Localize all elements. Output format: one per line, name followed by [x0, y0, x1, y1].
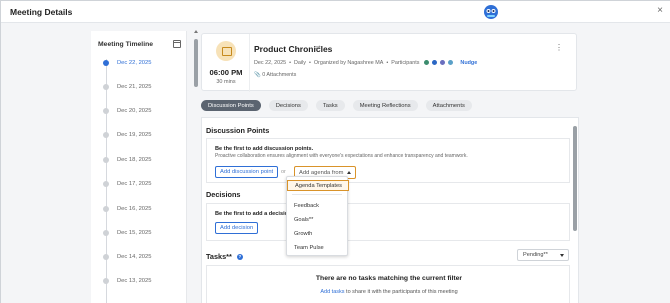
- tasks-header-row: Tasks** ?: [206, 252, 243, 261]
- decisions-header: Decisions: [206, 190, 241, 199]
- discussion-points-header: Discussion Points: [206, 126, 270, 135]
- timeline-item[interactable]: Dec 18, 2025: [103, 155, 151, 165]
- timeline-item[interactable]: Dec 19, 2025: [103, 130, 151, 140]
- or-separator: or: [281, 169, 286, 175]
- timeline-dot: [103, 84, 109, 90]
- timeline-scrollbar[interactable]: [193, 29, 199, 303]
- add-discussion-point-button[interactable]: Add discussion point: [215, 166, 279, 178]
- recurring-icon: ⇄: [315, 45, 321, 52]
- timeline-date: Dec 17, 2025: [117, 181, 152, 187]
- timeline-date: Dec 14, 2025: [117, 254, 152, 260]
- tasks-empty-title: There are no tasks matching the current …: [315, 275, 463, 282]
- agenda-menu: Agenda Templates Feedback Goals** Growth Tea…: [286, 176, 349, 256]
- timeline-dot: [103, 278, 109, 284]
- meeting-calendar-icon: [216, 41, 236, 61]
- timeline-dot: [103, 206, 109, 212]
- add-tasks-link[interactable]: Add tasks: [320, 289, 344, 295]
- timeline-date: Dec 22, 2025: [117, 60, 152, 66]
- tab-meeting-reflections[interactable]: Meeting Reflections: [352, 100, 418, 111]
- tasks-empty-rest: to share it with the participants of thi…: [344, 289, 458, 295]
- mascot-logo: [484, 5, 498, 19]
- avatar[interactable]: [439, 59, 447, 66]
- scrollbar-thumb[interactable]: [194, 39, 198, 87]
- decisions-empty-box: Be the first to add a decision. Add deci…: [206, 203, 570, 241]
- meeting-timeline: Meeting Timeline Dec 22, 2025 Dec 21, 202…: [91, 31, 187, 303]
- menu-item-goals[interactable]: Goals**: [287, 214, 349, 225]
- discussion-empty-box: Be the first to add discussion points. P…: [206, 138, 570, 183]
- timeline-date: Dec 15, 2025: [117, 230, 152, 236]
- chevron-down-icon: [560, 254, 564, 257]
- timeline-dot: [103, 132, 109, 138]
- timeline-date: Dec 16, 2025: [117, 206, 152, 212]
- timeline-dot: [103, 108, 109, 114]
- tasks-header: Tasks**: [206, 252, 232, 261]
- menu-item-growth[interactable]: Growth: [287, 228, 349, 239]
- menu-item-team-pulse[interactable]: Team Pulse: [287, 242, 349, 253]
- tab-decisions[interactable]: Decisions: [268, 100, 308, 111]
- help-icon[interactable]: ?: [236, 253, 243, 260]
- meeting-meta: Dec 22, 2025 • Daily • Organized by Naga…: [254, 59, 478, 66]
- participant-avatars[interactable]: [423, 59, 457, 66]
- avatar[interactable]: [423, 59, 431, 66]
- timeline-item[interactable]: Dec 16, 2025: [103, 204, 151, 214]
- timeline-item[interactable]: Dec 17, 2025: [103, 179, 151, 189]
- timeline-date: Dec 13, 2025: [117, 278, 152, 284]
- meeting-details-dialog: Meeting Details × Meeting Timeline Dec 2…: [0, 0, 670, 303]
- close-icon[interactable]: ×: [657, 5, 663, 16]
- meeting-date: Dec 22, 2025: [254, 59, 287, 66]
- dialog-title: Meeting Details: [10, 7, 73, 17]
- task-filter-select[interactable]: Pending**: [517, 249, 569, 261]
- avatar[interactable]: [447, 59, 455, 66]
- timeline-item[interactable]: Dec 20, 2025: [103, 106, 151, 116]
- timeline-item[interactable]: Dec 21, 2025: [103, 82, 151, 92]
- timeline-date: Dec 20, 2025: [117, 108, 152, 114]
- tab-attachments[interactable]: Attachments: [425, 100, 472, 111]
- menu-item-agenda-templates[interactable]: Agenda Templates: [287, 180, 349, 191]
- meeting-tabs: Discussion Points Decisions Tasks Meeting R…: [201, 100, 480, 111]
- participants-label: Participants: [391, 59, 420, 66]
- attachments-count[interactable]: 📎 0 Attachments: [254, 72, 296, 78]
- meeting-frequency: Daily: [293, 59, 306, 66]
- discussion-panel: Discussion Points Be the first to add di…: [201, 117, 579, 303]
- dialog-titlebar: Meeting Details ×: [1, 1, 670, 23]
- timeline-date: Dec 21, 2025: [117, 84, 152, 90]
- discussion-empty-title: Be the first to add discussion points.: [215, 146, 314, 152]
- tab-discussion-points[interactable]: Discussion Points: [201, 100, 261, 111]
- panel-scrollbar-thumb[interactable]: [573, 126, 577, 231]
- add-agenda-from-label: Add agenda from: [299, 169, 344, 176]
- timeline-dot: [103, 230, 109, 236]
- calendar-icon[interactable]: [173, 40, 181, 48]
- timeline-date: Dec 19, 2025: [117, 132, 152, 138]
- timeline-header: Meeting Timeline: [98, 41, 154, 48]
- discussion-empty-desc: Proactive collaboration ensures alignmen…: [215, 153, 468, 159]
- scroll-up-icon[interactable]: [194, 30, 198, 33]
- timeline-item[interactable]: Dec 22, 2025: [103, 58, 151, 68]
- menu-divider: [292, 194, 342, 195]
- decisions-empty-title: Be the first to add a decision.: [215, 211, 294, 217]
- meeting-time: 06:00 PM: [209, 68, 243, 77]
- timeline-dot: [103, 254, 109, 260]
- timeline-item[interactable]: Dec 14, 2025: [103, 252, 151, 262]
- avatar[interactable]: [431, 59, 439, 66]
- more-options-icon[interactable]: ⋮: [555, 43, 563, 52]
- tab-tasks[interactable]: Tasks: [315, 100, 345, 111]
- timeline-item[interactable]: Dec 15, 2025: [103, 228, 151, 238]
- timeline-item[interactable]: Dec 13, 2025: [103, 276, 151, 286]
- timeline-dot: [103, 60, 109, 66]
- tasks-empty-box: There are no tasks matching the current …: [206, 265, 570, 303]
- menu-item-feedback[interactable]: Feedback: [287, 200, 349, 211]
- task-filter-value: Pending**: [523, 252, 548, 258]
- meeting-organizer: Organized by Nagashree MA: [313, 59, 384, 66]
- caret-up-icon: [347, 171, 352, 174]
- timeline-date: Dec 18, 2025: [117, 157, 152, 163]
- tasks-empty-sub: Add tasks to share it with the participa…: [207, 289, 571, 295]
- meeting-card: 06:00 PM 30 mins Product Chronicles ⇄ De…: [201, 33, 577, 92]
- timeline-dot: [103, 181, 109, 187]
- add-decision-button[interactable]: Add decision: [215, 222, 259, 234]
- attachments-label: 0 Attachments: [262, 72, 297, 78]
- meeting-duration: 30 mins: [216, 79, 236, 85]
- timeline-dot: [103, 157, 109, 163]
- nudge-link[interactable]: Nudge: [460, 60, 477, 66]
- meeting-time-column: 06:00 PM 30 mins: [202, 34, 250, 92]
